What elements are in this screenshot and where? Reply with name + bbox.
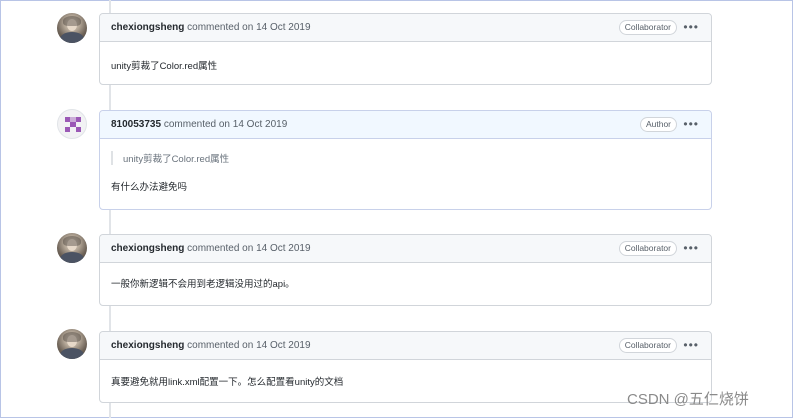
collaborator-badge: Collaborator xyxy=(618,241,677,256)
comment-box: chexiongsheng commented on 14 Oct 2019 C… xyxy=(99,13,712,85)
comment-box: 810053735 commented on 14 Oct 2019 Autho… xyxy=(99,110,712,210)
comment-box: chexiongsheng commented on 14 Oct 2019 C… xyxy=(99,234,712,306)
comment-timestamp[interactable]: commented on 14 Oct 2019 xyxy=(187,22,310,33)
comment-author[interactable]: chexiongsheng xyxy=(111,22,184,33)
comment-body: 一般你新逻辑不会用到老逻辑没用过的api。 xyxy=(100,263,711,290)
avatar[interactable] xyxy=(57,233,87,263)
collaborator-badge: Collaborator xyxy=(618,20,677,35)
csdn-watermark: CSDN @五仁烧饼 xyxy=(627,391,749,408)
avatar[interactable] xyxy=(57,329,87,359)
comment-header: chexiongsheng commented on 14 Oct 2019 C… xyxy=(100,332,711,360)
comment-box: chexiongsheng commented on 14 Oct 2019 C… xyxy=(99,331,712,403)
comment-author[interactable]: chexiongsheng xyxy=(111,340,184,351)
comment-text: 有什么办法避免吗 xyxy=(111,182,188,193)
comment-author[interactable]: chexiongsheng xyxy=(111,243,184,254)
comment-body: unity剪裁了Color.red属性 xyxy=(100,42,711,72)
avatar[interactable] xyxy=(57,13,87,43)
comment-body: 真要避免就用link.xml配置一下。怎么配置看unity的文档 xyxy=(100,360,711,388)
more-options-icon[interactable]: ••• xyxy=(683,111,699,137)
comment-timestamp[interactable]: commented on 14 Oct 2019 xyxy=(187,340,310,351)
comment-text: 一般你新逻辑不会用到老逻辑没用过的api。 xyxy=(111,279,295,290)
comment-body: unity剪裁了Color.red属性 有什么办法避免吗 xyxy=(100,139,711,193)
author-badge: Author xyxy=(639,117,677,132)
comment-text: unity剪裁了Color.red属性 xyxy=(111,61,218,72)
comment-author[interactable]: 810053735 xyxy=(111,119,161,130)
more-options-icon[interactable]: ••• xyxy=(683,14,699,40)
comment-header: 810053735 commented on 14 Oct 2019 Autho… xyxy=(100,111,711,139)
quoted-reply: unity剪裁了Color.red属性 xyxy=(111,151,700,165)
comment-timestamp[interactable]: commented on 14 Oct 2019 xyxy=(164,119,287,130)
comment-timestamp[interactable]: commented on 14 Oct 2019 xyxy=(187,243,310,254)
comment-header: chexiongsheng commented on 14 Oct 2019 C… xyxy=(100,235,711,263)
comment-header: chexiongsheng commented on 14 Oct 2019 C… xyxy=(100,14,711,42)
more-options-icon[interactable]: ••• xyxy=(683,235,699,261)
more-options-icon[interactable]: ••• xyxy=(683,332,699,358)
comment-text: 真要避免就用link.xml配置一下。怎么配置看unity的文档 xyxy=(111,377,344,388)
collaborator-badge: Collaborator xyxy=(618,338,677,353)
avatar[interactable] xyxy=(57,109,87,139)
